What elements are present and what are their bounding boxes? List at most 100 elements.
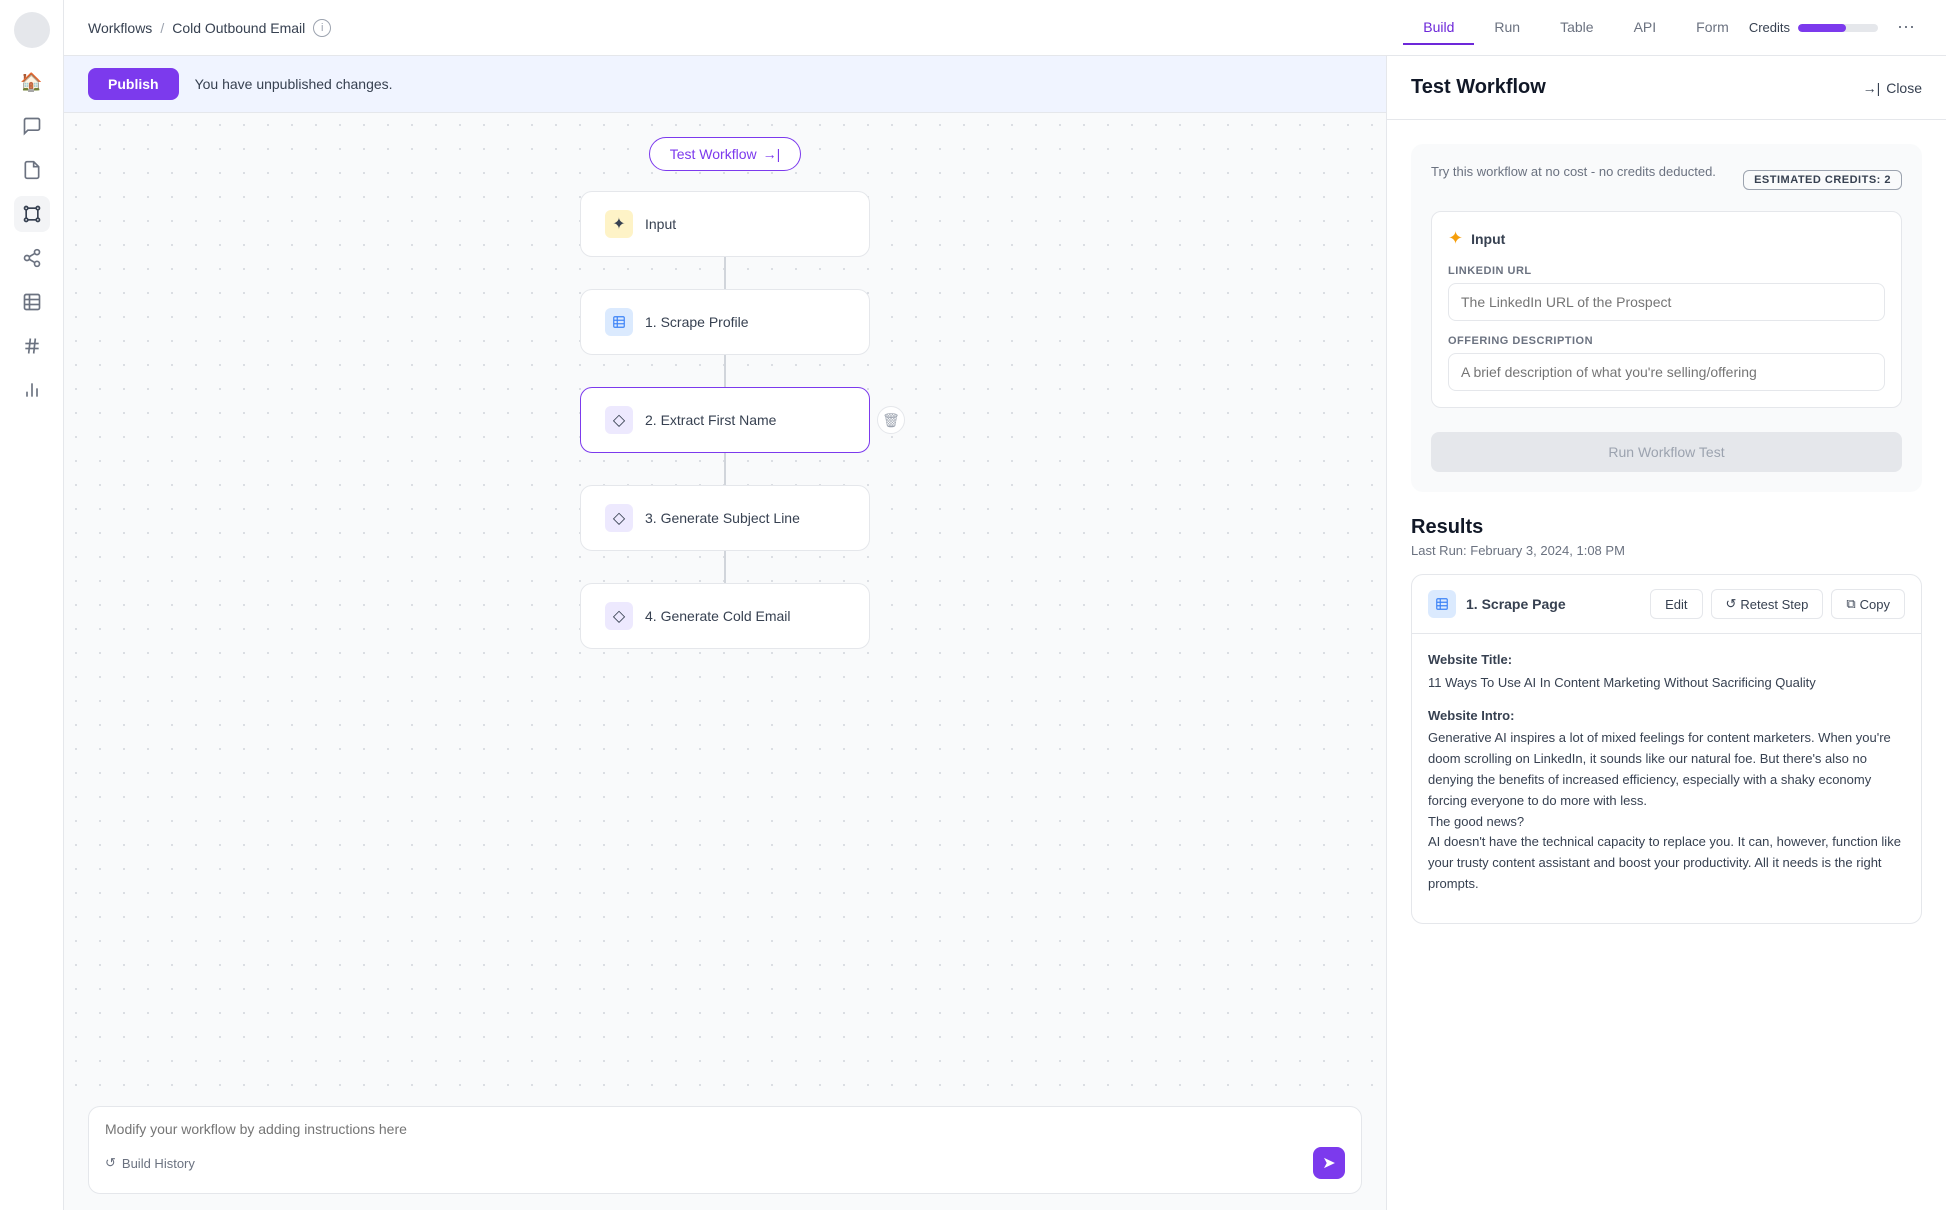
result-card-body: Website Title: 11 Ways To Use AI In Cont… xyxy=(1412,634,1921,923)
offering-description-input[interactable] xyxy=(1448,353,1885,391)
copy-icon: ⧉ xyxy=(1846,596,1855,612)
modify-input-container: ↺ Build History ➤ xyxy=(88,1106,1362,1194)
results-subtitle: Last Run: February 3, 2024, 1:08 PM xyxy=(1411,543,1922,558)
nav-tabs: Build Run Table API Form xyxy=(1403,11,1749,45)
offering-desc-label: OFFERING DESCRIPTION xyxy=(1448,335,1885,347)
retest-icon: ↺ xyxy=(1726,596,1737,612)
history-icon: ↺ xyxy=(105,1155,116,1171)
node-subject-icon: ◇ xyxy=(605,504,633,532)
modify-footer: ↺ Build History ➤ xyxy=(105,1147,1345,1179)
website-intro-label: Website Intro: xyxy=(1428,706,1905,727)
close-arrow-icon: →| xyxy=(1863,80,1881,96)
tab-form[interactable]: Form xyxy=(1676,11,1749,45)
tab-api[interactable]: API xyxy=(1614,11,1677,45)
input-section-title: Input xyxy=(1471,231,1505,247)
info-icon[interactable]: i xyxy=(313,19,331,37)
trial-header: Try this workflow at no cost - no credit… xyxy=(1431,164,1902,195)
workflow-canvas: Test Workflow →| ✦ Input 1. xyxy=(64,113,1386,1090)
connector-2 xyxy=(724,355,726,387)
header: Workflows / Cold Outbound Email i Build … xyxy=(64,0,1946,56)
sidebar-item-analytics[interactable] xyxy=(14,372,50,408)
node-scrape-label: 1. Scrape Profile xyxy=(645,314,749,330)
sidebar-item-table[interactable] xyxy=(14,284,50,320)
publish-button[interactable]: Publish xyxy=(88,68,179,100)
close-label: Close xyxy=(1886,80,1922,96)
website-title-label: Website Title: xyxy=(1428,650,1905,671)
breadcrumb-separator: / xyxy=(160,20,164,36)
builder-panel: Publish You have unpublished changes. Te… xyxy=(64,56,1386,1210)
build-history-button[interactable]: ↺ Build History xyxy=(105,1155,195,1171)
copy-button[interactable]: ⧉ Copy xyxy=(1831,589,1905,619)
node-scrape[interactable]: 1. Scrape Profile xyxy=(580,289,870,355)
node-input[interactable]: ✦ Input xyxy=(580,191,870,257)
test-workflow-button[interactable]: Test Workflow →| xyxy=(649,137,802,171)
edit-button[interactable]: Edit xyxy=(1650,589,1702,619)
right-panel-header: Test Workflow →| Close xyxy=(1387,56,1946,120)
node-input-label: Input xyxy=(645,216,676,232)
breadcrumb-workflows[interactable]: Workflows xyxy=(88,20,152,36)
linkedin-url-input[interactable] xyxy=(1448,283,1885,321)
main-container: Workflows / Cold Outbound Email i Build … xyxy=(64,0,1946,1210)
send-icon: ➤ xyxy=(1322,1153,1335,1173)
more-options-button[interactable]: ⋯ xyxy=(1890,12,1922,44)
trial-message: Try this workflow at no cost - no credit… xyxy=(1431,164,1716,179)
right-panel-content: Try this workflow at no cost - no credit… xyxy=(1387,120,1946,1210)
node-extract-icon: ◇ xyxy=(605,406,633,434)
results-title: Results xyxy=(1411,516,1922,539)
panel-title: Test Workflow xyxy=(1411,76,1546,99)
result-card-title: 1. Scrape Page xyxy=(1466,596,1640,612)
workflow-nodes: ✦ Input 1. Scrape Profile ◇ xyxy=(580,191,870,649)
sidebar-item-home[interactable]: 🏠 xyxy=(14,64,50,100)
credits-label: Credits xyxy=(1749,20,1790,35)
sidebar-item-messages[interactable] xyxy=(14,108,50,144)
credits-progress-bar xyxy=(1798,24,1878,32)
publish-message: You have unpublished changes. xyxy=(195,76,393,92)
close-button[interactable]: →| Close xyxy=(1863,80,1922,96)
node-delete-button[interactable]: 🗑 xyxy=(877,406,905,434)
node-email-label: 4. Generate Cold Email xyxy=(645,608,791,624)
website-intro-value: Generative AI inspires a lot of mixed fe… xyxy=(1428,728,1905,894)
sidebar-item-workflows[interactable] xyxy=(14,196,50,232)
input-section: ✦ Input LINKEDIN URL OFFERING DESCRIPTIO… xyxy=(1431,211,1902,408)
credits-bar: Credits xyxy=(1749,20,1878,35)
linkedin-url-label: LINKEDIN URL xyxy=(1448,265,1885,277)
result-actions: Edit ↺ Retest Step ⧉ Copy xyxy=(1650,589,1905,619)
sidebar-item-hashtag[interactable] xyxy=(14,328,50,364)
connector-1 xyxy=(724,257,726,289)
breadcrumb-current: Cold Outbound Email xyxy=(172,20,305,36)
estimated-credits-badge: ESTIMATED CREDITS: 2 xyxy=(1743,170,1902,190)
result-card-header: 1. Scrape Page Edit ↺ Retest Step ⧉ Copy xyxy=(1412,575,1921,634)
tab-table[interactable]: Table xyxy=(1540,11,1613,45)
node-extract[interactable]: ◇ 2. Extract First Name 🗑 xyxy=(580,387,870,453)
content-area: Publish You have unpublished changes. Te… xyxy=(64,56,1946,1210)
input-section-header: ✦ Input xyxy=(1448,228,1885,249)
connector-3 xyxy=(724,453,726,485)
test-form-section: Try this workflow at no cost - no credit… xyxy=(1411,144,1922,492)
build-history-label: Build History xyxy=(122,1156,195,1171)
right-panel: Test Workflow →| Close Try this workflow… xyxy=(1386,56,1946,1210)
breadcrumb: Workflows / Cold Outbound Email i xyxy=(88,19,1403,37)
tab-run[interactable]: Run xyxy=(1474,11,1540,45)
connector-4 xyxy=(724,551,726,583)
sidebar-item-integrations[interactable] xyxy=(14,240,50,276)
modify-input[interactable] xyxy=(105,1121,1345,1137)
send-button[interactable]: ➤ xyxy=(1313,1147,1345,1179)
run-workflow-test-button[interactable]: Run Workflow Test xyxy=(1431,432,1902,472)
sidebar-item-document[interactable] xyxy=(14,152,50,188)
node-email-icon: ◇ xyxy=(605,602,633,630)
header-actions: Credits ⋯ xyxy=(1749,12,1922,44)
node-subject[interactable]: ◇ 3. Generate Subject Line xyxy=(580,485,870,551)
node-extract-label: 2. Extract First Name xyxy=(645,412,776,428)
node-subject-label: 3. Generate Subject Line xyxy=(645,510,800,526)
result-card-icon xyxy=(1428,590,1456,618)
result-card-scrape: 1. Scrape Page Edit ↺ Retest Step ⧉ Copy xyxy=(1411,574,1922,924)
node-email[interactable]: ◇ 4. Generate Cold Email xyxy=(580,583,870,649)
node-input-icon: ✦ xyxy=(605,210,633,238)
node-scrape-icon xyxy=(605,308,633,336)
credits-fill xyxy=(1798,24,1846,32)
input-section-star-icon: ✦ xyxy=(1448,228,1463,249)
tab-build[interactable]: Build xyxy=(1403,11,1474,45)
retest-step-button[interactable]: ↺ Retest Step xyxy=(1711,589,1824,619)
avatar[interactable] xyxy=(14,12,50,48)
results-section: Results Last Run: February 3, 2024, 1:08… xyxy=(1411,516,1922,924)
